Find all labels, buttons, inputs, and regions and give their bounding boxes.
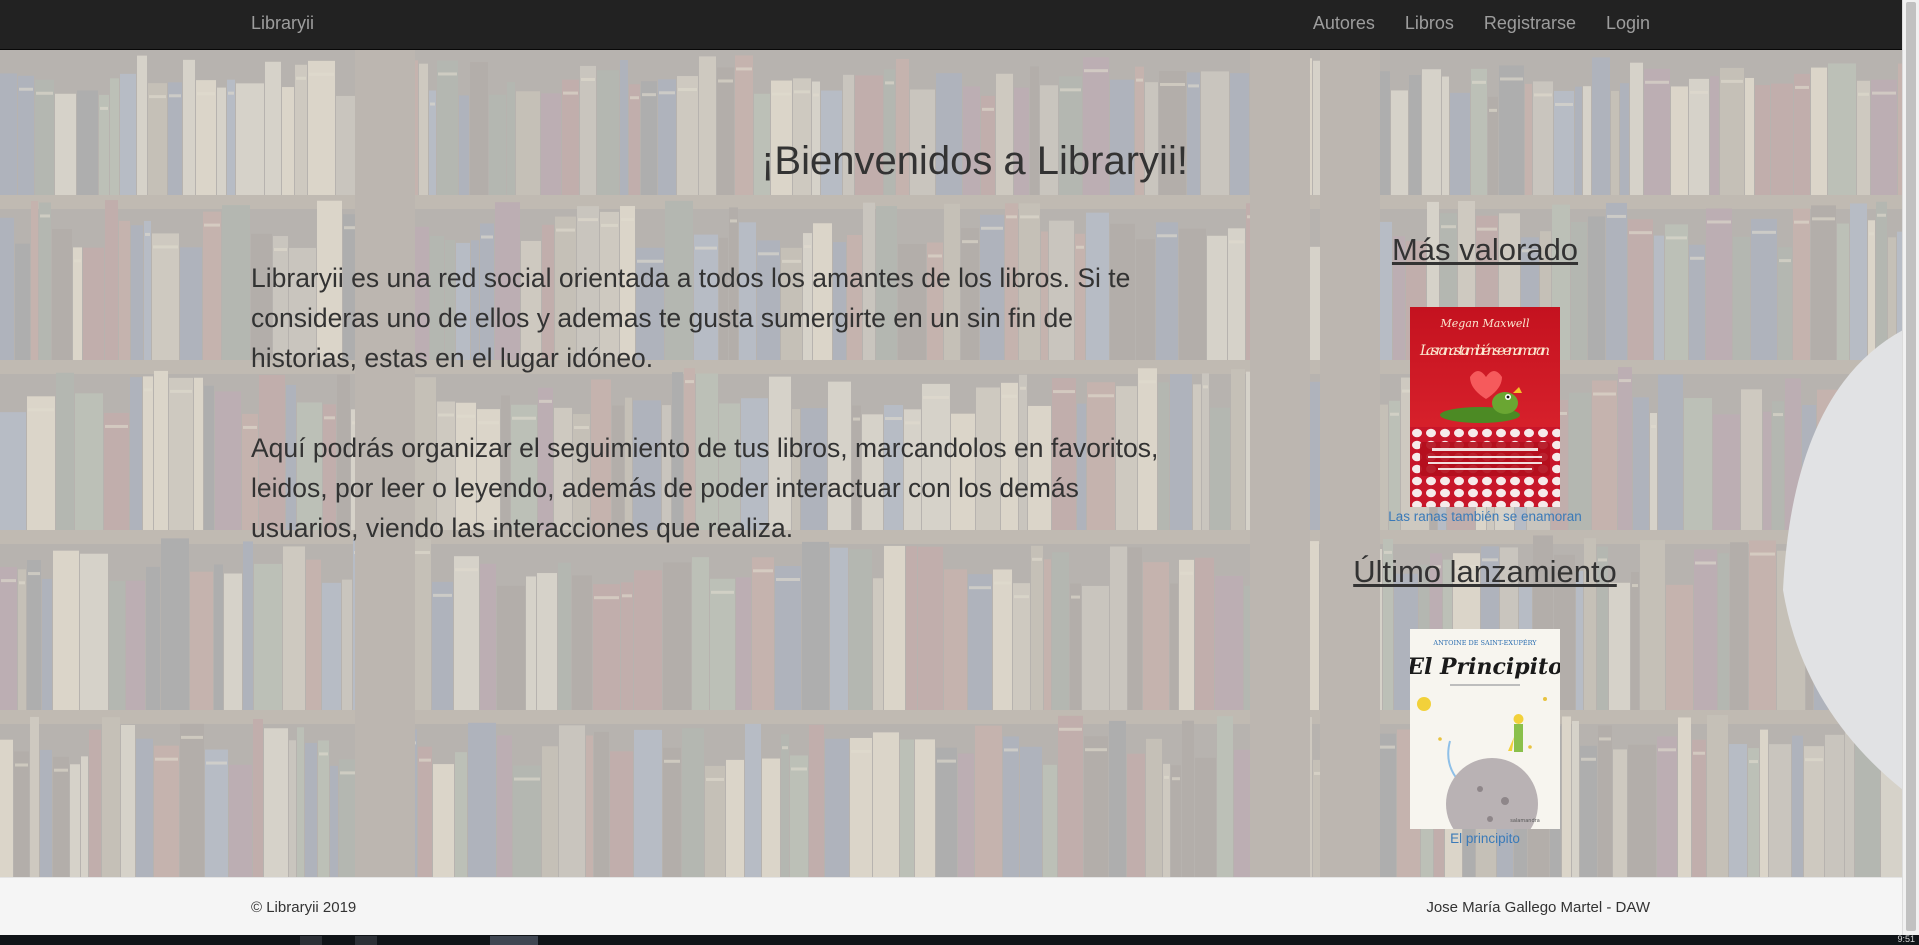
latest-release-heading: Último lanzamiento bbox=[1353, 554, 1617, 589]
scrollbar-thumb[interactable] bbox=[1906, 2, 1916, 931]
nav-item-libros: Libros bbox=[1390, 0, 1469, 49]
taskbar-clock: 9:51 bbox=[1897, 934, 1915, 944]
nav-menu: Autores Libros Registrarse Login bbox=[1298, 0, 1650, 49]
top-rated-section: Más valorado Megan Maxwell Las ranas tam bbox=[1340, 228, 1630, 527]
latest-book-cover[interactable]: ANTOINE DE SAINT-EXUPÉRY El Principito s… bbox=[1410, 629, 1560, 829]
footer-author: Jose María Gallego Martel - DAW bbox=[1426, 899, 1650, 916]
intro-text: Libraryii es una red social orientada a … bbox=[251, 258, 1171, 598]
intro-paragraph-1: Libraryii es una red social orientada a … bbox=[251, 263, 1131, 373]
top-rated-book-cover[interactable]: Megan Maxwell Las ranas también se enamo… bbox=[1410, 307, 1560, 507]
nav-item-login: Login bbox=[1591, 0, 1650, 49]
footer: © Libraryii 2019 Jose María Gallego Mart… bbox=[0, 877, 1903, 936]
latest-book-link[interactable]: El principito bbox=[1340, 829, 1630, 849]
vertical-scrollbar[interactable] bbox=[1902, 0, 1919, 935]
intro-paragraph-2: Aquí podrás organizar el seguimiento de … bbox=[251, 433, 1159, 543]
frog-book-cover-image: Megan Maxwell Las ranas también se enamo… bbox=[1410, 307, 1560, 507]
cover-title-text: Las ranas también se enamoran bbox=[1419, 343, 1550, 359]
nav-item-registrarse: Registrarse bbox=[1469, 0, 1591, 49]
top-rated-heading: Más valorado bbox=[1391, 232, 1579, 267]
page-title: ¡Bienvenidos a Libraryii! bbox=[761, 139, 1188, 183]
taskbar-active-app[interactable] bbox=[490, 936, 538, 945]
footer-copyright: © Libraryii 2019 bbox=[251, 899, 357, 916]
latest-release-section: Último lanzamiento ANTOINE DE SAINT-EXUP… bbox=[1340, 550, 1630, 849]
nav-link-login[interactable]: Login bbox=[1591, 0, 1650, 47]
taskbar-app-icon[interactable] bbox=[355, 936, 377, 945]
nav-link-registrarse[interactable]: Registrarse bbox=[1469, 0, 1591, 47]
cover-author-text: Megan Maxwell bbox=[1440, 317, 1530, 330]
brand-link[interactable]: Libraryii bbox=[251, 0, 314, 49]
nav-link-autores[interactable]: Autores bbox=[1298, 0, 1390, 47]
nav-link-libros[interactable]: Libros bbox=[1390, 0, 1469, 47]
principito-book-cover-image: ANTOINE DE SAINT-EXUPÉRY El Principito s… bbox=[1410, 629, 1560, 829]
cover-author-text: ANTOINE DE SAINT-EXUPÉRY bbox=[1432, 638, 1537, 647]
nav-item-autores: Autores bbox=[1298, 0, 1390, 49]
taskbar-app-icon[interactable] bbox=[300, 936, 322, 945]
navbar: Libraryii Autores Libros Registrarse Log… bbox=[0, 0, 1903, 50]
top-rated-book-link[interactable]: Las ranas también se enamoran bbox=[1340, 507, 1630, 527]
cover-title-text: El Principito bbox=[1410, 654, 1560, 680]
svg-text:salamandra: salamandra bbox=[1510, 818, 1540, 824]
os-taskbar: 9:51 bbox=[0, 934, 1919, 945]
